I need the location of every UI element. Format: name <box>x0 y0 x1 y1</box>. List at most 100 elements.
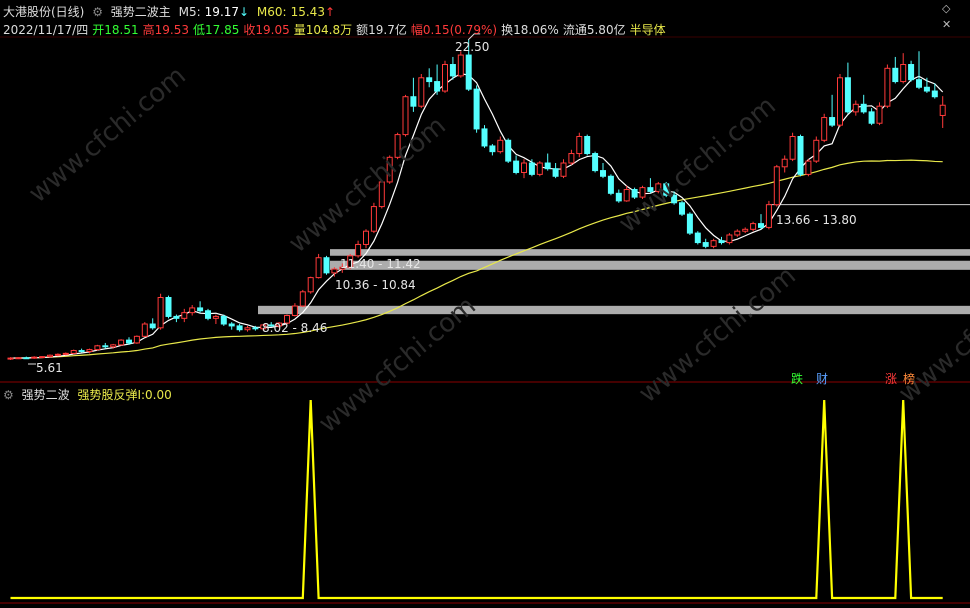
gear-icon[interactable]: ⚙ <box>3 388 14 402</box>
float-value: 5.80亿 <box>586 23 626 37</box>
candle-body <box>860 103 867 113</box>
candle-body <box>639 187 646 198</box>
candle-body <box>205 310 211 319</box>
candle-body <box>434 81 441 92</box>
low-value: 17.85 <box>204 23 240 37</box>
candle-body <box>315 257 322 279</box>
change-value: 0.15(0.79%) <box>422 23 498 37</box>
sector-label[interactable]: 半导体 <box>630 23 666 37</box>
candle-body <box>813 139 820 162</box>
indicator-name[interactable]: 强势二波主 <box>111 5 171 19</box>
candle-body <box>465 54 472 90</box>
candle-body <box>118 339 125 346</box>
candle-body <box>876 105 883 124</box>
candle-body <box>386 156 393 183</box>
gear-icon[interactable]: ⚙ <box>92 5 103 19</box>
candle-body <box>307 277 314 293</box>
zone-band <box>330 260 970 270</box>
candle-body <box>457 54 464 77</box>
high-marker: 22.50 <box>455 40 490 54</box>
candle-body <box>671 194 678 204</box>
close-icon[interactable]: ✕ <box>942 18 951 31</box>
signal-line <box>10 399 943 600</box>
float-label: 流通 <box>562 23 587 37</box>
candle-body <box>489 145 496 153</box>
quote-date: 2022/11/17/四 <box>3 23 89 37</box>
stock-name[interactable]: 大港股份(日线) <box>3 5 84 19</box>
candle-body <box>702 242 709 247</box>
candle-body <box>521 162 527 173</box>
turnover-value: 18.06% <box>513 23 559 37</box>
sub-indicator-name[interactable]: 强势二波 <box>22 388 70 402</box>
candle-body <box>212 315 219 319</box>
turnover-label: 换 <box>501 23 514 37</box>
candle-body <box>686 213 693 234</box>
candle-body <box>402 96 409 136</box>
low-label: 低 <box>192 23 205 37</box>
candle-body <box>102 345 109 348</box>
candle-body <box>789 135 796 160</box>
candle-body <box>149 323 156 329</box>
candle-body <box>228 323 235 327</box>
candle-body <box>31 356 38 359</box>
ma60-line <box>10 159 943 359</box>
m60-label: M60: <box>256 5 287 19</box>
candle-body <box>54 353 61 356</box>
candle-body <box>7 357 14 360</box>
candle-body <box>78 350 85 353</box>
candle-body <box>742 228 749 232</box>
candle-body <box>299 291 306 307</box>
candle-body <box>323 257 330 274</box>
candle-body <box>157 296 164 329</box>
candle-body <box>663 183 670 196</box>
candle-body <box>908 64 915 81</box>
candle-body <box>726 234 733 244</box>
candle-body <box>62 352 69 355</box>
tag-rise[interactable]: 涨 <box>884 370 898 387</box>
candle-body <box>473 88 480 130</box>
kline-chart <box>0 33 970 604</box>
candle-body <box>655 183 662 192</box>
sub-header: ⚙ 强势二波 强势股反弹I:0.00 <box>3 386 176 403</box>
high-value: 19.53 <box>154 23 189 37</box>
up-arrow-icon: ↑ <box>324 5 336 19</box>
down-arrow-icon: ↓ <box>239 5 250 19</box>
candle-body <box>110 344 117 348</box>
candle-body <box>355 243 362 257</box>
zone-label: 8.02 - 8.46 <box>262 321 328 335</box>
tag-fall[interactable]: 跌 <box>790 370 804 387</box>
candle-body <box>647 187 654 192</box>
candle-body <box>710 240 717 247</box>
candle-body <box>900 64 907 83</box>
candle-body <box>236 325 243 331</box>
candle-body <box>923 86 930 92</box>
zone-label: 11.40 - 11.42 <box>340 257 421 271</box>
tag-finance[interactable]: 财 <box>815 370 829 387</box>
candle-body <box>23 357 30 360</box>
candle-body <box>126 339 132 344</box>
candle-body <box>220 315 227 325</box>
volume-label: 量 <box>293 23 306 37</box>
candle-body <box>584 135 591 155</box>
candle-body <box>758 223 764 228</box>
signal-value: 0.00 <box>145 388 172 402</box>
candle-body <box>805 160 812 175</box>
candle-body <box>568 153 575 164</box>
candle-body <box>94 345 101 351</box>
candle-body <box>884 67 891 107</box>
candle-body <box>544 162 551 170</box>
volume-value: 104.8万 <box>305 23 353 37</box>
candle-body <box>86 349 93 352</box>
candle-body <box>765 204 772 228</box>
candle-body <box>916 79 922 88</box>
tag-rank[interactable]: 榜 <box>902 370 916 387</box>
candle-body <box>165 296 172 317</box>
candle-body <box>844 77 851 113</box>
candle-body <box>47 354 53 358</box>
candle-body <box>560 162 567 177</box>
candle-body <box>536 162 543 175</box>
diamond-icon[interactable]: ◇ <box>942 2 950 15</box>
candle-body <box>181 312 188 319</box>
zone-band <box>258 305 970 315</box>
m5-label: M5: <box>178 5 201 19</box>
